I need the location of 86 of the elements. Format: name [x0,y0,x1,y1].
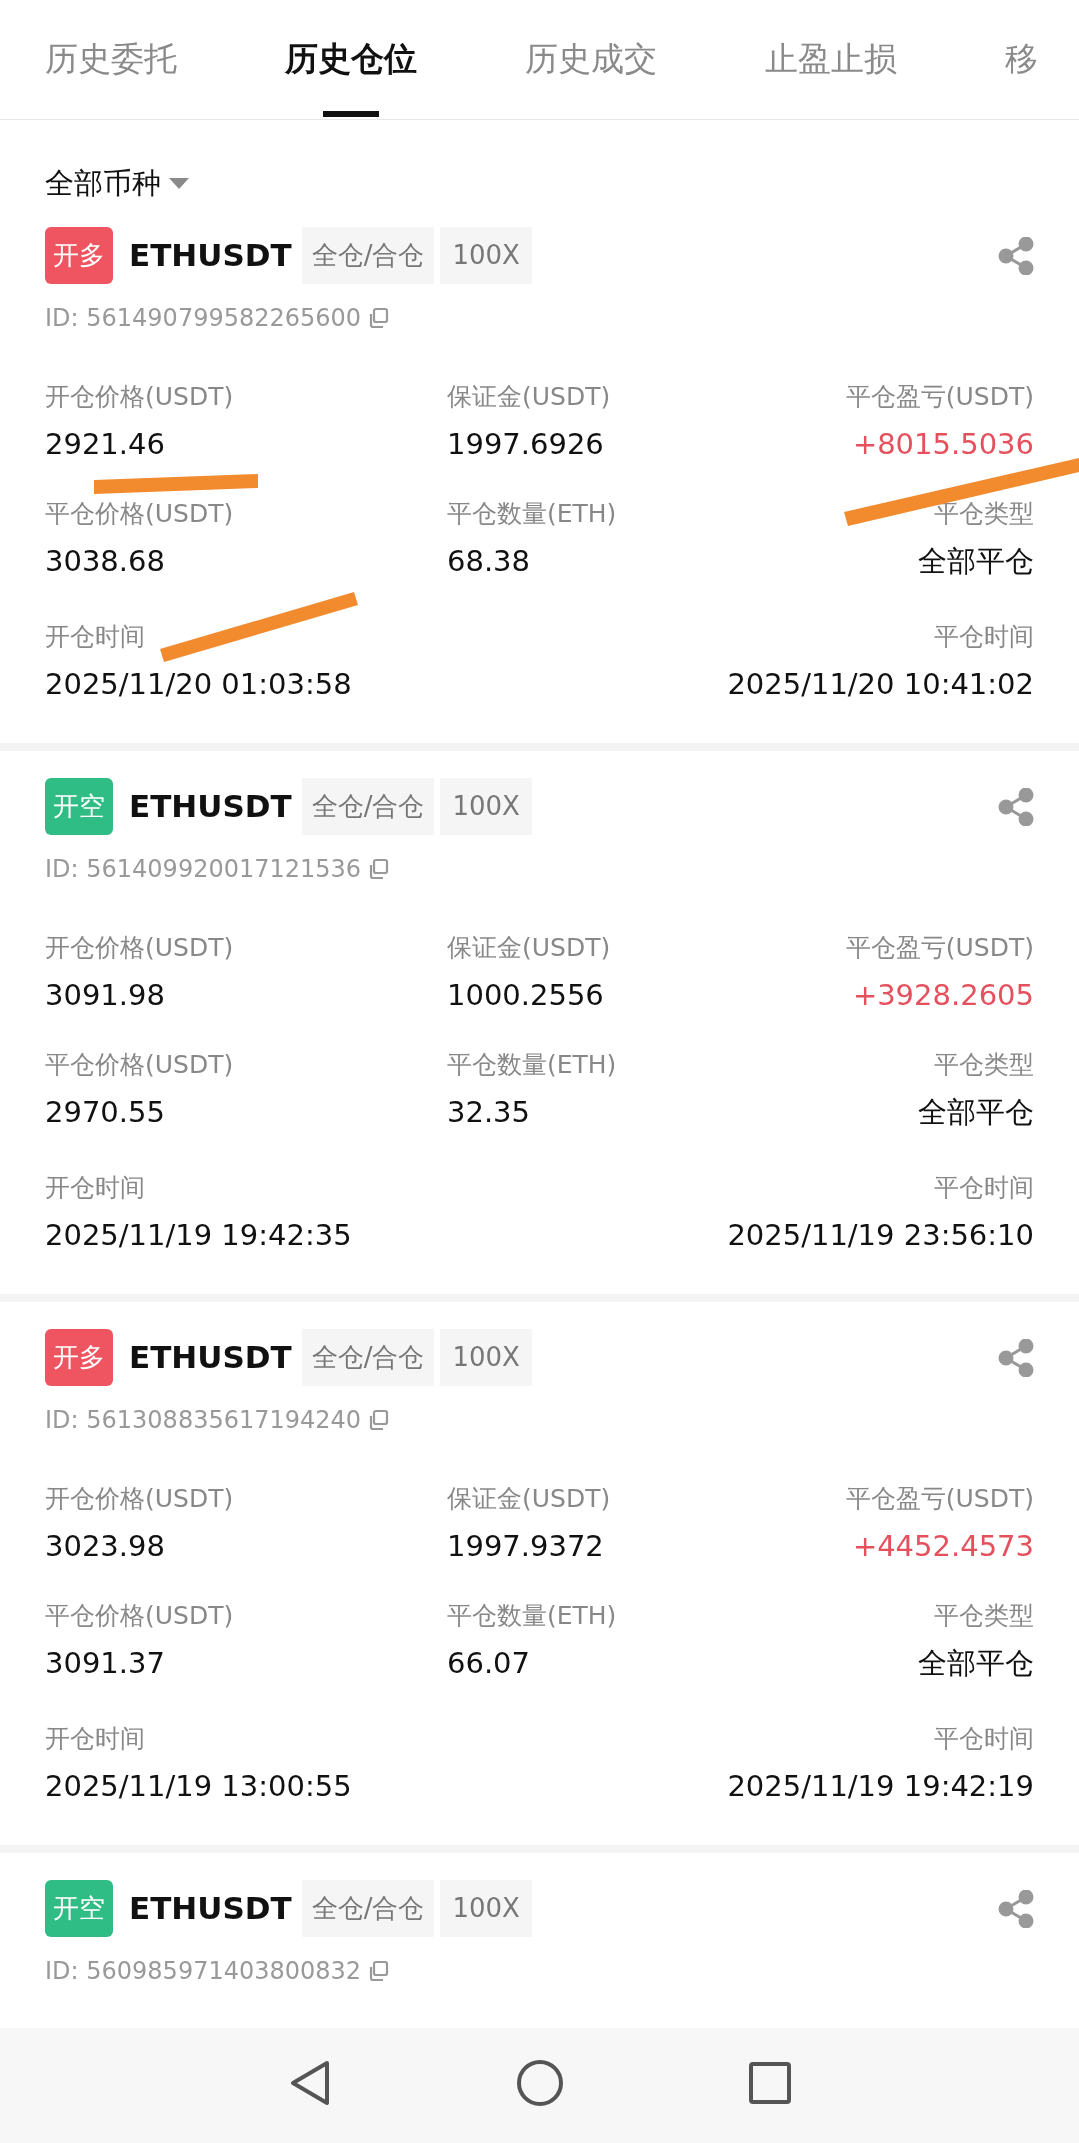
field-label: 平仓时间 [934,620,1034,653]
field-value: 全部平仓 [918,543,1034,580]
field-label: 开仓时间 [45,1722,145,1755]
field-label: 平仓时间 [934,1171,1034,1204]
share-icon[interactable] [998,236,1034,275]
copy-icon[interactable] [367,1408,390,1431]
field-label: 开仓价格(USDT) [45,1482,234,1515]
leverage-tag: 100X [440,778,532,835]
margin-mode-tag: 全仓/合仓 [301,1880,435,1937]
field-value: 32.35 [447,1094,531,1131]
side-tag: 开多 [45,227,113,284]
field-value: 2025/11/20 10:41:02 [727,666,1034,703]
field-label: 平仓盈亏(USDT) [845,931,1034,964]
coin-filter[interactable]: 全部币种 [45,162,161,206]
order-id: ID: 561308835617194240 [45,1404,362,1436]
field-label: 平仓数量(ETH) [447,1048,617,1081]
copy-icon[interactable] [367,857,390,880]
margin-mode-tag: 全仓/合仓 [301,1329,435,1386]
tab[interactable]: 历史仓位 [285,33,417,119]
field-label: 保证金(USDT) [447,1482,611,1515]
copy-icon[interactable] [367,306,390,329]
home-icon[interactable] [515,2058,564,2107]
tab[interactable]: 移 [1005,33,1038,119]
field-label: 平仓数量(ETH) [447,497,617,530]
field-value: +8015.5036 [852,426,1034,463]
field-value: 1997.6926 [447,426,604,463]
leverage-tag: 100X [440,1880,532,1937]
field-label: 开仓时间 [45,620,145,653]
order-id: ID: 561409920017121536 [45,853,362,885]
field-value: 66.07 [447,1645,531,1682]
field-label: 平仓类型 [934,497,1034,530]
leverage-tag: 100X [440,227,532,284]
share-icon[interactable] [998,1338,1034,1377]
side-tag: 开空 [45,778,113,835]
field-label: 平仓类型 [934,1599,1034,1632]
field-label: 平仓时间 [934,1722,1034,1755]
leverage-tag: 100X [440,1329,532,1386]
field-label: 开仓时间 [45,1171,145,1204]
symbol: ETHUSDT [129,1338,292,1378]
field-value: 3038.68 [45,543,165,580]
copy-icon[interactable] [367,1959,390,1982]
side-tag: 开多 [45,1329,113,1386]
field-label: 平仓价格(USDT) [45,1048,234,1081]
field-value: 3023.98 [45,1528,165,1565]
field-label: 开仓价格(USDT) [45,931,234,964]
tab[interactable]: 历史委托 [45,33,177,119]
field-label: 保证金(USDT) [447,380,611,413]
field-label: 平仓盈亏(USDT) [845,1482,1034,1515]
field-label: 平仓价格(USDT) [45,1599,234,1632]
recents-icon[interactable] [748,2061,791,2104]
back-icon[interactable] [288,2058,331,2107]
field-value: 全部平仓 [918,1645,1034,1682]
margin-mode-tag: 全仓/合仓 [301,778,435,835]
tab[interactable]: 止盈止损 [765,33,897,119]
field-value: 2025/11/19 23:56:10 [727,1217,1034,1254]
field-label: 开仓价格(USDT) [45,380,234,413]
dropdown-caret-icon[interactable] [169,177,189,190]
field-value: +4452.4573 [852,1528,1034,1565]
field-value: 3091.37 [45,1645,165,1682]
field-label: 平仓价格(USDT) [45,497,234,530]
share-icon[interactable] [998,1889,1034,1928]
symbol: ETHUSDT [129,236,292,276]
order-id: ID: 560985971403800832 [45,1955,362,1987]
symbol: ETHUSDT [129,1889,292,1929]
tab[interactable]: 历史成交 [525,33,657,119]
side-tag: 开空 [45,1880,113,1937]
field-value: 3091.98 [45,977,165,1014]
field-label: 平仓类型 [934,1048,1034,1081]
share-icon[interactable] [998,787,1034,826]
field-value: 全部平仓 [918,1094,1034,1131]
field-value: 2025/11/19 19:42:35 [45,1217,352,1254]
field-value: 1997.9372 [447,1528,604,1565]
symbol: ETHUSDT [129,787,292,827]
field-value: +3928.2605 [852,977,1034,1014]
field-value: 2025/11/19 19:42:19 [727,1768,1034,1805]
field-label: 平仓盈亏(USDT) [845,380,1034,413]
field-label: 平仓数量(ETH) [447,1599,617,1632]
order-id: ID: 561490799582265600 [45,302,362,334]
field-label: 保证金(USDT) [447,931,611,964]
field-value: 1000.2556 [447,977,604,1014]
field-value: 2921.46 [45,426,165,463]
margin-mode-tag: 全仓/合仓 [301,227,435,284]
field-value: 2025/11/19 13:00:55 [45,1768,352,1805]
field-value: 2970.55 [45,1094,165,1131]
field-value: 2025/11/20 01:03:58 [45,666,352,703]
field-value: 68.38 [447,543,531,580]
